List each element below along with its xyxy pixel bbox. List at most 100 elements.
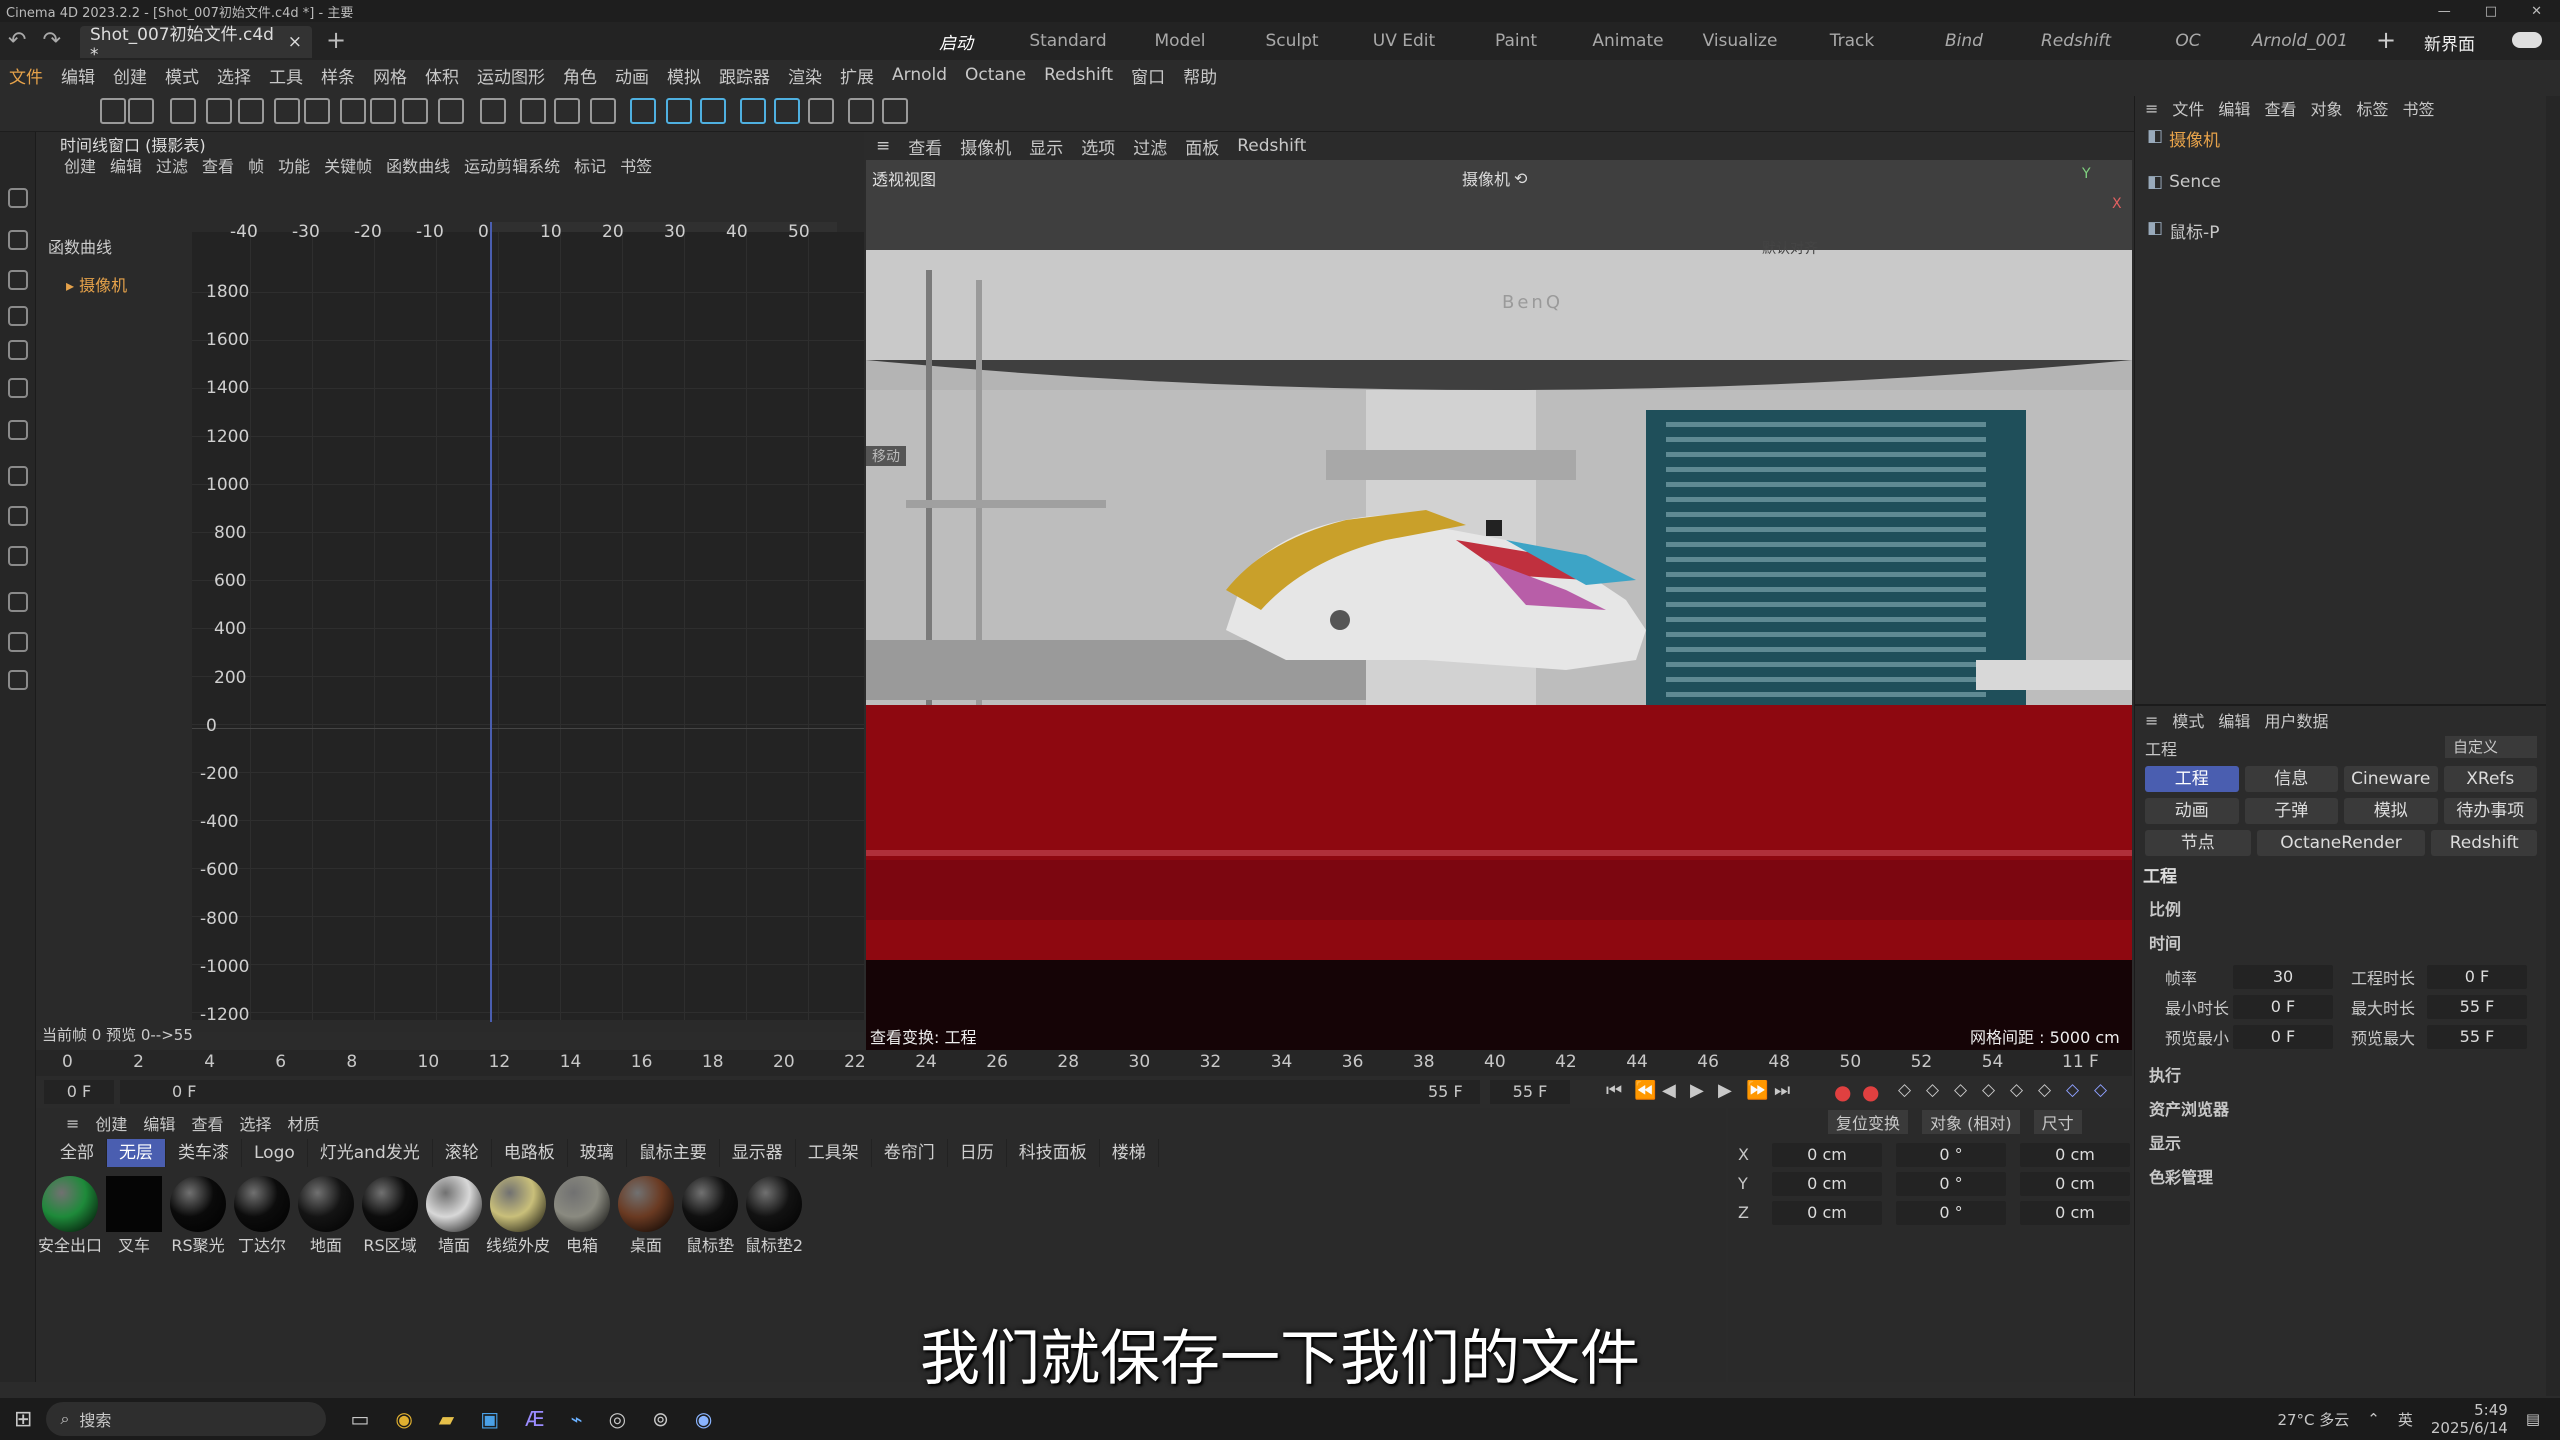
- attribute-group[interactable]: 显示: [2149, 1130, 2229, 1164]
- menu-item[interactable]: 帮助: [1174, 63, 1226, 88]
- mode-tool-icon[interactable]: [8, 632, 28, 652]
- hamburger-icon[interactable]: ≡: [2145, 99, 2158, 118]
- hamburger-icon[interactable]: ≡: [66, 1114, 79, 1133]
- toolbar-tool-icon[interactable]: [304, 98, 330, 124]
- menu-item[interactable]: 编辑: [52, 63, 104, 88]
- coord-pos-field[interactable]: 0 cm: [1772, 1142, 1882, 1167]
- key-tool-icon[interactable]: ◇: [1898, 1080, 1911, 1100]
- layout-tab[interactable]: Paint: [1460, 31, 1572, 51]
- objects-menu-item[interactable]: 标签: [2356, 96, 2388, 120]
- toolbar-tool-icon[interactable]: [520, 98, 546, 124]
- material-swatch[interactable]: 地面: [294, 1176, 358, 1256]
- coord-rot-field[interactable]: 0 °: [1896, 1200, 2006, 1225]
- coord-size-field[interactable]: 0 cm: [2020, 1142, 2130, 1167]
- layout-tab[interactable]: OC: [2132, 31, 2244, 51]
- playback-control-icon[interactable]: ◀: [1662, 1080, 1676, 1101]
- redo-icon[interactable]: ↷: [42, 28, 60, 53]
- material-menu-item[interactable]: 材质: [287, 1111, 319, 1135]
- cinema4d-icon[interactable]: ◉: [695, 1407, 712, 1431]
- toolbar-tool-icon[interactable]: [340, 98, 366, 124]
- viewport-menu-item[interactable]: 查看: [908, 134, 942, 159]
- field-value[interactable]: 55 F: [2427, 995, 2527, 1019]
- toolbar-tool-icon[interactable]: [554, 98, 580, 124]
- viewport-3d[interactable]: [866, 160, 2132, 1050]
- attribute-group[interactable]: 资产浏览器: [2149, 1096, 2229, 1130]
- undo-icon[interactable]: ↶: [8, 28, 26, 53]
- timeline-menu-item[interactable]: 关键帧: [324, 153, 372, 177]
- field-value[interactable]: 30: [2233, 965, 2333, 989]
- attribute-tab[interactable]: 动画: [2145, 798, 2239, 824]
- mode-tool-icon[interactable]: [8, 670, 28, 690]
- coord-size-dropdown[interactable]: 尺寸: [2033, 1110, 2082, 1134]
- material-layer-tab[interactable]: 全部: [48, 1139, 107, 1167]
- attribute-tab[interactable]: 工程: [2145, 766, 2239, 792]
- menu-item[interactable]: Octane: [956, 65, 1035, 85]
- new-tab-button[interactable]: +: [326, 26, 346, 54]
- material-layer-tab[interactable]: 楼梯: [1100, 1139, 1159, 1167]
- minimize-button[interactable]: —: [2438, 4, 2451, 19]
- material-swatch[interactable]: 丁达尔: [230, 1176, 294, 1256]
- close-window-button[interactable]: ✕: [2531, 4, 2542, 19]
- attribute-tab[interactable]: OctaneRender: [2256, 830, 2426, 856]
- layout-tab[interactable]: Track: [1796, 31, 1908, 51]
- toolbar-tool-icon[interactable]: [666, 98, 692, 124]
- toolbar-tool-icon[interactable]: [480, 98, 506, 124]
- material-menu-item[interactable]: 编辑: [143, 1111, 175, 1135]
- material-layer-tab[interactable]: 无层: [107, 1139, 166, 1167]
- maximize-button[interactable]: □: [2485, 4, 2497, 19]
- menu-item[interactable]: 跟踪器: [710, 63, 779, 88]
- toolbar-tool-icon[interactable]: [700, 98, 726, 124]
- attributes-menu-item[interactable]: 编辑: [2218, 708, 2250, 732]
- key-tool-icon[interactable]: ◇: [2038, 1080, 2051, 1100]
- hamburger-icon[interactable]: ≡: [2145, 711, 2158, 730]
- task-view-icon[interactable]: ▭: [350, 1407, 369, 1431]
- app-icon-2[interactable]: ◎: [609, 1407, 626, 1431]
- playback-control-icon[interactable]: ▶: [1690, 1080, 1704, 1101]
- mode-tool-icon[interactable]: [8, 592, 28, 612]
- playhead-line[interactable]: [490, 222, 492, 1022]
- playback-control-icon[interactable]: ⏮: [1606, 1080, 1622, 1101]
- viewport-camera[interactable]: 摄像机 ⟲: [1462, 166, 1527, 190]
- store-icon[interactable]: ▣: [480, 1407, 499, 1431]
- toolbar-tool-icon[interactable]: [100, 98, 126, 124]
- new-interface-label[interactable]: 新界面: [2424, 30, 2475, 55]
- material-menu-item[interactable]: 创建: [95, 1111, 127, 1135]
- material-swatch[interactable]: 叉车: [102, 1176, 166, 1256]
- playback-control-icon[interactable]: ▶: [1718, 1080, 1732, 1101]
- autokey-icon[interactable]: ●: [1862, 1080, 1879, 1104]
- toolbar-tool-icon[interactable]: [170, 98, 196, 124]
- file-tab-close-icon[interactable]: ×: [288, 32, 302, 52]
- mode-tool-icon[interactable]: [8, 306, 28, 326]
- object-row[interactable]: ◧ 摄像机: [2135, 124, 2546, 170]
- menu-item[interactable]: 运动图形: [468, 63, 554, 88]
- toolbar-tool-icon[interactable]: [774, 98, 800, 124]
- field-value[interactable]: 0 F: [2233, 1025, 2333, 1049]
- coord-size-field[interactable]: 0 cm: [2020, 1200, 2130, 1225]
- layout-tab[interactable]: Bind: [1908, 31, 2020, 51]
- material-swatch[interactable]: RS区域: [358, 1176, 422, 1256]
- key-tool-icon[interactable]: ◇: [2094, 1080, 2107, 1100]
- toolbar-tool-icon[interactable]: [206, 98, 232, 124]
- toolbar-tool-icon[interactable]: [740, 98, 766, 124]
- material-swatch[interactable]: 安全出口: [38, 1176, 102, 1256]
- toolbar-tool-icon[interactable]: [848, 98, 874, 124]
- objects-menu-item[interactable]: 书签: [2402, 96, 2434, 120]
- layout-tab[interactable]: Arnold_001: [2244, 31, 2356, 51]
- mode-tool-icon[interactable]: [8, 506, 28, 526]
- clock[interactable]: 5:49 2025/6/14: [2431, 1401, 2508, 1437]
- current-frame-field[interactable]: 0 F: [120, 1080, 1480, 1104]
- menu-item[interactable]: Arnold: [883, 65, 956, 85]
- timeline-menu-item[interactable]: 函数曲线: [386, 153, 450, 177]
- playback-control-icon[interactable]: ⏩: [1746, 1080, 1768, 1101]
- menu-item[interactable]: 文件: [0, 63, 52, 88]
- reset-transform-button[interactable]: 复位变换: [1828, 1110, 1909, 1134]
- material-layer-tab[interactable]: 滚轮: [433, 1139, 492, 1167]
- object-row[interactable]: ◧ Sence: [2135, 170, 2546, 216]
- menu-item[interactable]: 模式: [156, 63, 208, 88]
- attribute-tab[interactable]: 子弹: [2244, 798, 2338, 824]
- timeline-menu-item[interactable]: 过滤: [156, 153, 188, 177]
- toolbar-tool-icon[interactable]: [438, 98, 464, 124]
- menu-item[interactable]: 体积: [416, 63, 468, 88]
- timeline-menu-item[interactable]: 书签: [620, 153, 652, 177]
- viewport-menu-item[interactable]: 面板: [1185, 134, 1219, 159]
